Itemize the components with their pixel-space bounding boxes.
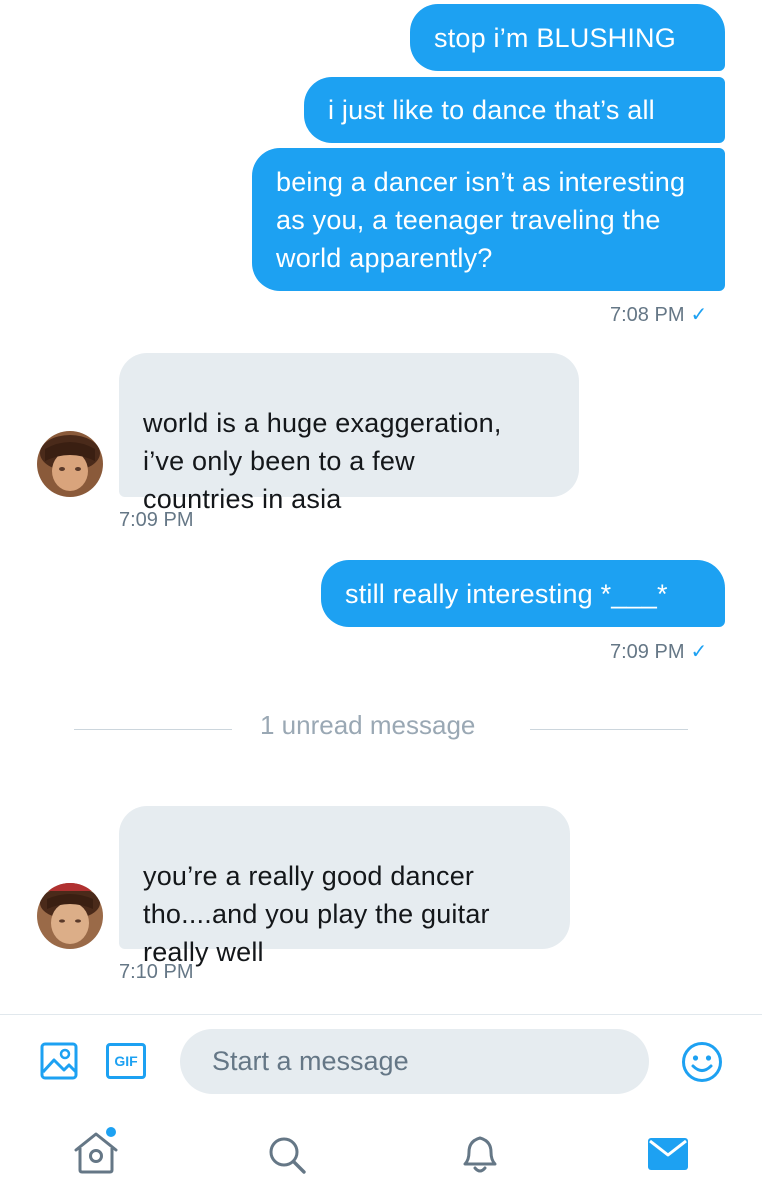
new-activity-dot [106,1127,116,1137]
notifications-icon[interactable] [459,1132,501,1181]
avatar[interactable] [37,883,103,949]
divider-line [74,729,232,730]
avatar[interactable] [37,431,103,497]
message-text: i just like to dance that’s all [328,95,655,125]
divider-line [530,729,688,730]
search-icon[interactable] [267,1135,307,1180]
gif-label: GIF [114,1053,138,1069]
message-bubble-outgoing[interactable]: stop i’m BLUSHING [410,4,725,71]
message-bubble-incoming[interactable]: world is a huge exaggeration, i’ve only … [119,353,579,514]
message-timestamp: 7:08 PM ✓ [610,304,708,326]
message-text: still really interesting *___* [345,579,668,609]
emoji-icon[interactable] [681,1041,723,1088]
message-text: you’re a really good dancer tho....and y… [143,861,490,967]
gif-icon[interactable]: GIF [106,1043,146,1079]
message-timestamp: 7:09 PM [119,509,194,531]
read-check-icon: ✓ [690,304,708,326]
message-timestamp: 7:09 PM ✓ [610,641,708,663]
home-icon[interactable] [74,1126,120,1181]
message-text: being a dancer isn’t as interesting as y… [276,167,686,273]
message-bubble-outgoing[interactable]: i just like to dance that’s all [304,77,725,143]
message-input-placeholder: Start a message [212,1046,409,1076]
message-input[interactable]: Start a message [180,1029,649,1094]
message-text: world is a huge exaggeration, i’ve only … [143,408,502,514]
message-text: stop i’m BLUSHING [434,23,676,53]
composer-divider [0,1014,762,1015]
image-icon[interactable] [40,1042,78,1085]
read-check-icon: ✓ [690,641,708,663]
messages-icon[interactable] [647,1137,689,1176]
message-bubble-incoming[interactable]: you’re a really good dancer tho....and y… [119,806,570,967]
message-timestamp: 7:10 PM [119,961,194,983]
message-bubble-outgoing[interactable]: being a dancer isn’t as interesting as y… [252,148,725,291]
unread-divider-label: 1 unread message [260,710,476,740]
message-bubble-outgoing[interactable]: still really interesting *___* [321,560,725,627]
